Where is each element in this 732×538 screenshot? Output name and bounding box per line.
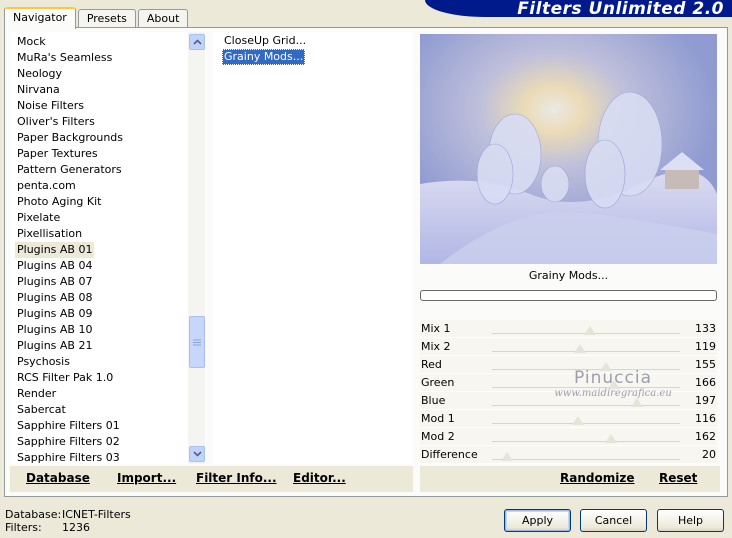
watermark-url: www.maidiregrafica.eu xyxy=(554,388,672,399)
category-item[interactable]: penta.com xyxy=(15,178,78,194)
import-button[interactable]: Import... xyxy=(117,471,176,485)
param-value: 116 xyxy=(695,412,716,425)
category-item[interactable]: Neology xyxy=(15,66,64,82)
grip-icon xyxy=(193,339,201,345)
param-slider-track[interactable] xyxy=(492,459,680,460)
category-item[interactable]: Plugins AB 09 xyxy=(15,306,94,322)
category-item[interactable]: Render xyxy=(15,386,58,402)
param-slider-thumb[interactable] xyxy=(573,344,586,353)
category-item[interactable]: Oliver's Filters xyxy=(15,114,97,130)
watermark-name: Pinuccia xyxy=(574,368,652,388)
filter-info-button[interactable]: Filter Info... xyxy=(196,471,277,485)
category-item[interactable]: Mock xyxy=(15,34,48,50)
tab-strip: Navigator Presets About xyxy=(4,6,190,29)
category-item[interactable]: MuRa's Seamless xyxy=(15,50,114,66)
filter-list[interactable]: CloseUp Grid... Grainy Mods... xyxy=(213,32,413,464)
param-value: 197 xyxy=(695,394,716,407)
database-value: ICNET-Filters xyxy=(62,508,131,521)
category-item[interactable]: Plugins AB 04 xyxy=(15,258,94,274)
chevron-down-icon xyxy=(192,451,202,457)
category-item[interactable]: RCS Filter Pak 1.0 xyxy=(15,370,115,386)
help-button[interactable]: Help xyxy=(657,509,724,532)
param-slider-thumb[interactable] xyxy=(631,398,644,407)
scroll-up-button[interactable] xyxy=(189,34,205,50)
param-label: Difference xyxy=(421,448,478,461)
filter-item[interactable]: CloseUp Grid... xyxy=(222,33,308,49)
param-label: Mod 2 xyxy=(421,430,455,443)
category-item[interactable]: Sapphire Filters 02 xyxy=(15,434,122,450)
param-slider-track[interactable] xyxy=(492,405,680,406)
param-slider-thumb[interactable] xyxy=(500,452,513,461)
param-label: Red xyxy=(421,358,442,371)
randomize-button[interactable]: Randomize xyxy=(560,471,634,485)
scroll-down-button[interactable] xyxy=(189,446,205,462)
status-area: Database: ICNET-Filters Filters: 1236 xyxy=(5,508,131,534)
category-list[interactable]: Mock MuRa's Seamless Neology Nirvana Noise F… xyxy=(10,32,206,464)
param-slider-track[interactable] xyxy=(492,423,680,424)
filters-label: Filters: xyxy=(5,521,42,534)
param-row: Mod 1 116 xyxy=(420,410,717,428)
param-value: 133 xyxy=(695,322,716,335)
category-item[interactable]: Pixelate xyxy=(15,210,62,226)
param-label: Green xyxy=(421,376,455,389)
param-value: 166 xyxy=(695,376,716,389)
editor-button[interactable]: Editor... xyxy=(293,471,346,485)
category-item[interactable]: Plugins AB 07 xyxy=(15,274,94,290)
watermark: Pinuccia www.maidiregrafica.eu xyxy=(538,368,688,399)
progress-bar xyxy=(420,290,717,301)
param-label: Mix 2 xyxy=(421,340,451,353)
database-label: Database: xyxy=(5,508,62,521)
category-item[interactable]: Sabercat xyxy=(15,402,68,418)
category-item[interactable]: Noise Filters xyxy=(15,98,86,114)
category-item[interactable]: Sapphire Filters 01 xyxy=(15,418,122,434)
param-row: Mod 2 162 xyxy=(420,428,717,446)
current-filter-title: Grainy Mods... xyxy=(528,269,609,282)
param-slider-track[interactable] xyxy=(492,351,680,352)
param-value: 20 xyxy=(702,448,716,461)
param-slider-track[interactable] xyxy=(492,441,680,442)
category-item[interactable]: Photo Aging Kit xyxy=(15,194,103,210)
param-label: Blue xyxy=(421,394,446,407)
param-label: Mix 1 xyxy=(421,322,451,335)
category-item[interactable]: Plugins AB 08 xyxy=(15,290,94,306)
chevron-up-icon xyxy=(192,39,202,45)
cancel-button[interactable]: Cancel xyxy=(580,509,647,532)
database-button[interactable]: Database xyxy=(26,471,90,485)
category-item[interactable]: Nirvana xyxy=(15,82,62,98)
filter-button-bar: Randomize Reset xyxy=(420,466,720,492)
param-slider-thumb[interactable] xyxy=(571,416,584,425)
param-slider-thumb[interactable] xyxy=(605,434,618,443)
navigator-button-bar: Database Import... Filter Info... Editor… xyxy=(10,466,413,492)
param-value: 155 xyxy=(695,358,716,371)
category-item[interactable]: Sapphire Filters 03 xyxy=(15,450,122,464)
category-item[interactable]: Paper Textures xyxy=(15,146,100,162)
preview-image xyxy=(420,34,717,264)
category-item[interactable]: Plugins AB 01 xyxy=(15,242,95,258)
app-banner: Filters Unlimited 2.0 xyxy=(425,0,732,17)
filter-item[interactable]: Grainy Mods... xyxy=(222,49,306,65)
param-row: Mix 2 119 xyxy=(420,338,717,356)
category-item[interactable]: Plugins AB 10 xyxy=(15,322,94,338)
tab-about[interactable]: About xyxy=(137,9,189,28)
category-item[interactable]: Paper Backgrounds xyxy=(15,130,125,146)
category-item[interactable]: Plugins AB 21 xyxy=(15,338,94,354)
filters-count: 1236 xyxy=(62,521,90,534)
param-row: Difference 20 xyxy=(420,446,717,464)
param-value: 119 xyxy=(695,340,716,353)
category-item[interactable]: Psychosis xyxy=(15,354,72,370)
param-row: Mix 1 133 xyxy=(420,320,717,338)
tab-presets[interactable]: Presets xyxy=(77,9,136,28)
param-slider-thumb[interactable] xyxy=(584,326,597,335)
category-item[interactable]: Pixellisation xyxy=(15,226,84,242)
app-title: Filters Unlimited 2.0 xyxy=(517,0,724,17)
apply-button[interactable]: Apply xyxy=(504,509,571,532)
reset-button[interactable]: Reset xyxy=(659,471,697,485)
tab-navigator[interactable]: Navigator xyxy=(4,7,76,29)
param-label: Mod 1 xyxy=(421,412,455,425)
scroll-thumb[interactable] xyxy=(189,316,205,368)
category-item[interactable]: Pattern Generators xyxy=(15,162,124,178)
category-scrollbar[interactable] xyxy=(188,32,205,464)
param-value: 162 xyxy=(695,430,716,443)
